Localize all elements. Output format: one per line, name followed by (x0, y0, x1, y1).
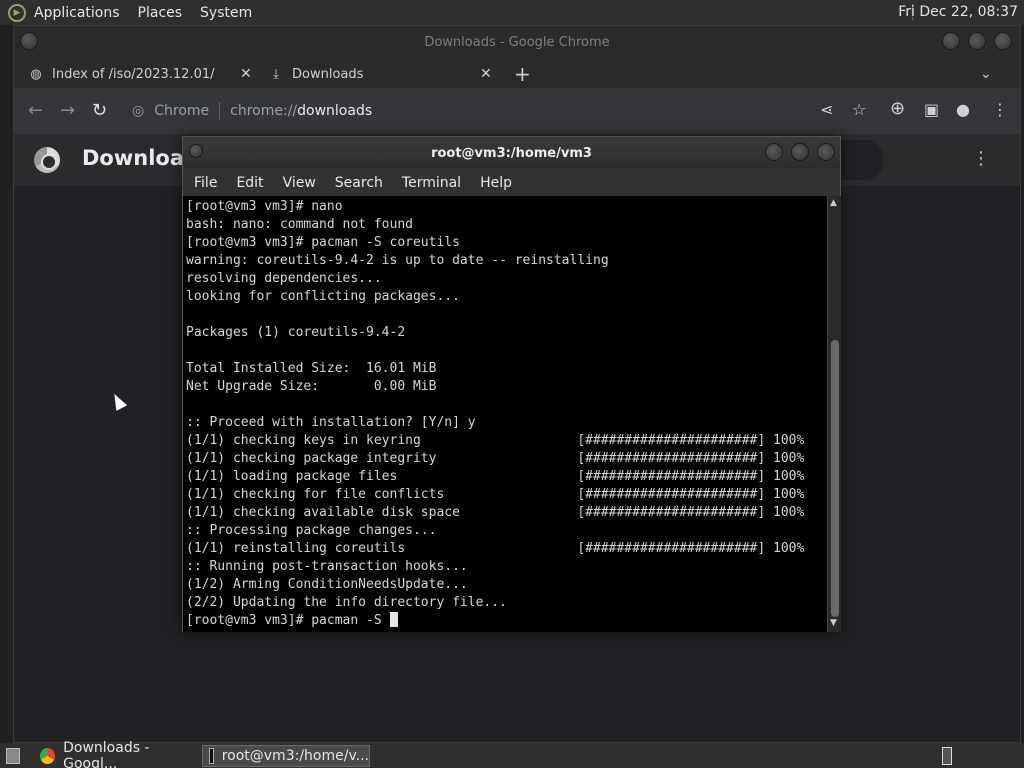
forward-arrow-icon[interactable]: → (60, 100, 75, 121)
taskbar-item-label: Downloads - Googl... (63, 740, 150, 768)
chrome-chip-icon: ◎ (132, 103, 145, 119)
profile-avatar-icon[interactable]: ● (956, 100, 970, 119)
terminal-line: (1/1) checking for file conflicts [#####… (186, 487, 805, 502)
tab-close-icon[interactable]: ✕ (480, 66, 492, 82)
terminal-line: resolving dependencies... (186, 271, 382, 286)
terminal-line: :: Processing package changes... (186, 523, 437, 538)
distro-logo-icon[interactable]: ▶ (8, 3, 26, 22)
terminal-line: Net Upgrade Size: 0.00 MiB (186, 379, 437, 394)
terminal-line: (1/1) checking keys in keyring [########… (186, 433, 805, 448)
side-panel-icon[interactable]: ▣ (924, 100, 939, 119)
terminal-line: (1/1) reinstalling coreutils [##########… (186, 541, 805, 556)
tab-close-icon[interactable]: ✕ (240, 66, 252, 82)
taskbar-item-label: root@vm3:/home/v... (221, 748, 369, 764)
scroll-down-arrow-icon[interactable]: ▼ (830, 618, 837, 628)
chrome-logo-icon (34, 147, 60, 173)
bottom-panel: Downloads - Googl... root@vm3:/home/v... (0, 740, 1024, 768)
menu-applications[interactable]: Applications (34, 5, 120, 21)
terminal-line: (1/1) checking available disk space [###… (186, 505, 805, 520)
workspace-icon (942, 747, 952, 765)
url-scheme: chrome:// (230, 103, 298, 119)
tab-label: Index of /iso/2023.12.01/ (52, 66, 215, 82)
terminal-line: :: Proceed with installation? [Y/n] y (186, 415, 476, 430)
terminal-window: root@vm3:/home/vm3 File Edit View Search… (182, 136, 841, 632)
taskbar-item-terminal[interactable]: root@vm3:/home/v... (202, 745, 370, 767)
menu-system[interactable]: System (200, 5, 252, 21)
terminal-line: bash: nano: command not found (186, 217, 413, 232)
terminal-line: warning: coreutils-9.4-2 is up to date -… (186, 253, 609, 268)
minimize-icon[interactable] (942, 32, 960, 50)
scroll-up-arrow-icon[interactable]: ▲ (830, 198, 837, 208)
tab-label: Downloads (292, 66, 364, 82)
downloads-menu-icon[interactable]: ⋮ (972, 148, 990, 169)
terminal-title: root@vm3:/home/vm3 (431, 145, 592, 161)
menu-edit[interactable]: Edit (236, 175, 263, 191)
new-tab-icon[interactable]: + (514, 60, 531, 88)
chrome-toolbar: ← → ↻ ◎ Chrome chrome:// downloads ⋖ ☆ ⊕… (14, 88, 1020, 134)
menu-help[interactable]: Help (480, 175, 512, 191)
text-cursor (389, 612, 398, 627)
menu-places[interactable]: Places (138, 5, 183, 21)
top-panel: ▶ Applications Places System Fri Dec 22,… (0, 0, 1024, 25)
globe-icon: ◍ (30, 66, 42, 82)
chrome-icon (40, 748, 56, 764)
workspace-switcher[interactable] (936, 745, 960, 767)
terminal-prompt: [root@vm3 vm3]# pacman -S (186, 613, 390, 628)
reload-icon[interactable]: ↻ (92, 100, 107, 121)
tab-downloads[interactable]: ⤓ Downloads ✕ (268, 60, 500, 88)
terminal-line: (1/1) checking package integrity [######… (186, 451, 805, 466)
terminal-prompt-line[interactable]: [root@vm3 vm3]# pacman -S (186, 612, 827, 630)
downloads-icon[interactable]: ⊕ (890, 98, 905, 119)
tab-index-of-iso[interactable]: ◍ Index of /iso/2023.12.01/ ✕ (28, 60, 260, 88)
terminal-line: Packages (1) coreutils-9.4-2 (186, 325, 406, 340)
bookmark-star-icon[interactable]: ☆ (852, 100, 866, 119)
maximize-icon[interactable] (968, 32, 986, 50)
close-icon[interactable] (994, 32, 1012, 50)
terminal-scrollbar[interactable]: ▲ ▼ (827, 196, 841, 632)
terminal-line: (1/1) loading package files [###########… (186, 469, 805, 484)
share-icon[interactable]: ⋖ (820, 100, 833, 119)
clock[interactable]: Fri Dec 22, 08:37 (898, 4, 1018, 20)
window-menu-icon[interactable] (189, 144, 203, 158)
show-desktop-icon[interactable] (0, 745, 28, 767)
tab-strip: ◍ Index of /iso/2023.12.01/ ✕ ⤓ Download… (14, 58, 1020, 88)
terminal-titlebar[interactable]: root@vm3:/home/vm3 (183, 137, 840, 169)
terminal-line: (2/2) Updating the info directory file..… (186, 595, 507, 610)
menu-file[interactable]: File (194, 175, 217, 191)
scrollbar-thumb[interactable] (831, 340, 839, 617)
terminal-line: :: Running post-transaction hooks... (186, 559, 468, 574)
terminal-icon (209, 748, 214, 764)
back-arrow-icon[interactable]: ← (28, 100, 43, 121)
menu-search[interactable]: Search (335, 175, 383, 191)
chrome-chip-label: Chrome (154, 103, 210, 119)
menu-terminal[interactable]: Terminal (402, 175, 461, 191)
minimize-icon[interactable] (765, 143, 783, 161)
menu-view[interactable]: View (283, 175, 316, 191)
maximize-icon[interactable] (791, 143, 809, 161)
terminal-line: [root@vm3 vm3]# pacman -S coreutils (186, 235, 460, 250)
terminal-line: looking for conflicting packages... (186, 289, 460, 304)
chrome-window-title: Downloads - Google Chrome (424, 34, 610, 50)
terminal-output[interactable]: [root@vm3 vm3]# nano bash: nano: command … (183, 196, 827, 632)
terminal-line: (1/2) Arming ConditionNeedsUpdate... (186, 577, 468, 592)
url-host: downloads (297, 103, 373, 119)
desktop-icon (6, 748, 20, 764)
terminal-line: Total Installed Size: 16.01 MiB (186, 361, 437, 376)
omnibox-divider (219, 102, 221, 120)
download-icon: ⤓ (273, 66, 279, 82)
chrome-titlebar[interactable]: Downloads - Google Chrome (14, 26, 1020, 58)
terminal-menubar: File Edit View Search Terminal Help (183, 169, 840, 196)
taskbar-item-chrome[interactable]: Downloads - Googl... (34, 740, 200, 768)
close-icon[interactable] (817, 143, 835, 161)
window-menu-icon[interactable] (20, 32, 38, 50)
address-bar[interactable]: ◎ Chrome chrome:// downloads (124, 94, 844, 128)
terminal-line: [root@vm3 vm3]# nano (186, 199, 343, 214)
chrome-menu-icon[interactable]: ⋮ (992, 100, 1008, 119)
tab-search-chevron-icon[interactable]: ⌄ (980, 60, 992, 88)
